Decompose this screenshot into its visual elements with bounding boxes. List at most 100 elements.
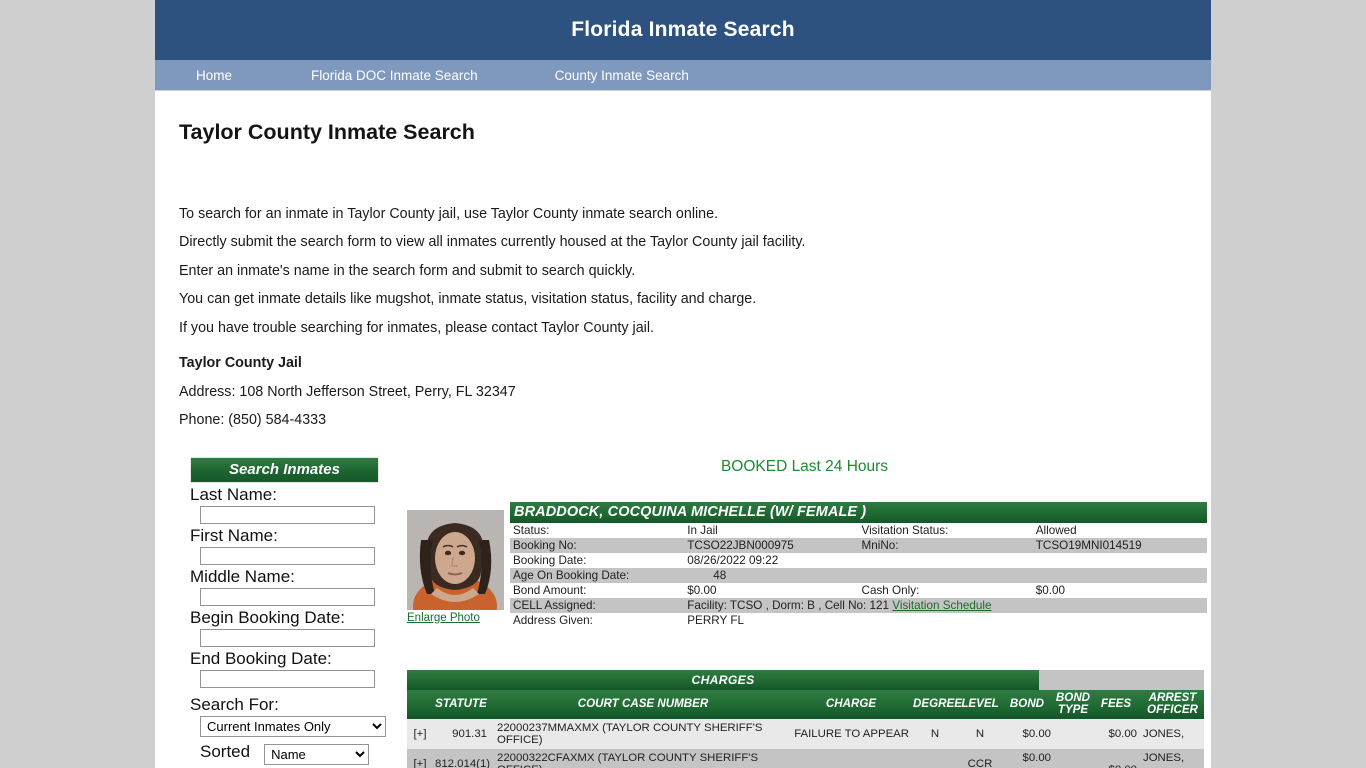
charges-section: CHARGES STATUTE COURT CASE NUMBER CHARGE… [407,669,1204,768]
charge-bond: $0.00 [1001,718,1053,749]
booking-date-value: 08/26/2022 09:22 [684,552,859,568]
empty-cell [858,612,1033,628]
page-title: Taylor County Inmate Search [179,120,475,144]
nav-item-home[interactable]: Home [196,68,232,83]
status-label: Status: [510,522,685,538]
jail-address: Address: 108 North Jefferson Street, Per… [179,383,516,400]
detail-row: Status: In Jail Visitation Status: Allow… [510,522,1207,538]
charges-col-bond-type: BOND TYPE [1053,689,1093,719]
empty-cell [858,552,1033,568]
detail-row: Booking Date: 08/26/2022 09:22 [510,552,1207,568]
main-navigation: Home Florida DOC Inmate Search County In… [155,60,1211,91]
charge-fees: $0.00 [1093,718,1139,749]
middle-name-input[interactable] [200,587,375,606]
charge-description: FAILURE TO APPEAR [791,718,911,749]
charge-level: N [959,718,1001,749]
inmate-name-header-row: BRADDOCK, COCQUINA MICHELLE (W/ FEMALE ) [510,501,1207,523]
intro-paragraph: Enter an inmate's name in the search for… [179,262,636,279]
bond-amount-label: Bond Amount: [510,582,685,598]
jail-phone: Phone: (850) 584-4333 [179,412,327,429]
intro-paragraph: Directly submit the search form to view … [179,234,806,251]
charges-col-court-case-number: COURT CASE NUMBER [491,689,791,719]
empty-cell [1032,567,1207,583]
nav-item-county-inmate-search[interactable]: County Inmate Search [555,68,689,83]
detail-row: Booking No: TCSO22JBN000975 MniNo: TCSO1… [510,537,1207,553]
charge-arrest-officer: JONES, [1139,718,1204,749]
booking-no-value: TCSO22JBN000975 [684,537,859,553]
mugshot-block: Enlarge Photo [407,509,504,624]
visitation-schedule-link[interactable]: Visitation Schedule [892,599,991,612]
charges-band: CHARGES [407,669,1204,690]
booked-banner: BOOKED Last 24 Hours [720,457,889,475]
first-name-label: First Name: [190,525,278,545]
charge-bond-type [1053,748,1093,768]
status-value: In Jail [684,522,859,538]
cash-only-label: Cash Only: [858,582,1033,598]
charges-header-row: STATUTE COURT CASE NUMBER CHARGE DEGREE … [407,689,1204,719]
results-area: BOOKED Last 24 Hours Enlarge Photo BRADD… [407,454,1207,768]
begin-booking-date-label: Begin Booking Date: [190,607,345,627]
cell-assigned-value: Facility: TCSO , Dorm: B , Cell No: 121 [687,598,890,612]
charges-col-statute: STATUTE [433,689,491,719]
search-for-select[interactable]: Current Inmates Only [200,715,386,737]
charge-bond: $0.00 [1001,748,1053,768]
end-booking-date-label: End Booking Date: [190,648,332,668]
charge-fees: $0.00 [1093,748,1139,768]
mugshot-image[interactable] [407,509,504,610]
charges-col-expand [407,689,433,719]
inmate-record: Enlarge Photo BRADDOCK, COCQUINA MICHELL… [407,501,1207,768]
charge-arrest-officer: JONES, [1139,748,1204,768]
middle-name-label: Middle Name: [190,566,295,586]
charge-court-case-number: 22000322CFAXMX (TAYLOR COUNTY SHERIFF'S … [491,748,791,768]
charge-row: [+] 812.014(1) 22000322CFAXMX (TAYLOR CO… [407,748,1204,768]
site-header: Florida Inmate Search [155,0,1211,60]
charges-table: STATUTE COURT CASE NUMBER CHARGE DEGREE … [407,689,1204,768]
empty-cell [1032,612,1207,628]
charges-col-degree: DEGREE [911,689,962,719]
detail-row: Address Given: PERRY FL [510,612,1207,628]
charges-col-fees: FEES [1093,689,1139,719]
booking-no-label: Booking No: [510,537,685,553]
mni-no-value: TCSO19MNI014519 [1032,537,1207,553]
inmate-name-header: BRADDOCK, COCQUINA MICHELLE (W/ FEMALE ) [510,501,1207,523]
age-on-booking-label: Age On Booking Date: [510,567,685,583]
begin-booking-date-input[interactable] [200,628,375,647]
charge-description [791,748,911,768]
intro-paragraph: To search for an inmate in Taylor County… [179,206,719,222]
bond-amount-value: $0.00 [684,582,859,598]
charges-col-level: LEVEL [959,689,1001,719]
detail-row: Bond Amount: $0.00 Cash Only: $0.00 [510,582,1207,598]
mni-no-label: MniNo: [858,537,1033,553]
empty-cell [858,567,1033,583]
search-inmates-form: Search Inmates Last Name: First Name: Mi… [190,456,386,765]
nav-item-florida-doc-inmate-search[interactable]: Florida DOC Inmate Search [311,68,478,83]
charge-court-case-number: 22000237MMAXMX (TAYLOR COUNTY SHERIFF'S … [491,718,791,749]
last-name-input[interactable] [200,505,375,524]
detail-row: CELL Assigned: Facility: TCSO , Dorm: B … [510,597,1207,613]
charge-statute: 812.014(1) [433,748,491,768]
charges-col-arrest-officer: ARREST OFFICER [1139,689,1204,719]
charge-degree: N [911,718,959,749]
search-for-label: Search For: [190,694,279,714]
first-name-input[interactable] [200,546,375,565]
charge-row: [+] 901.31 22000237MMAXMX (TAYLOR COUNTY… [407,718,1204,749]
sorted-select[interactable]: Name [264,743,370,765]
charge-bond-type [1053,718,1093,749]
search-panel-heading: Search Inmates [190,456,379,483]
end-booking-date-input[interactable] [200,669,375,688]
page-container: Florida Inmate Search Home Florida DOC I… [155,0,1211,768]
charge-expand-toggle[interactable]: [+] [407,718,433,749]
address-given-label: Address Given: [510,612,685,628]
jail-name: Taylor County Jail [179,355,302,372]
sorted-label: Sorted [200,741,251,761]
charge-statute: 901.31 [433,718,491,749]
sorted-row: Sorted Name [190,740,383,765]
age-on-booking-value: 48 [684,567,859,583]
last-name-label: Last Name: [190,484,277,504]
content-area: Taylor County Inmate Search To search fo… [155,120,1211,768]
address-given-value: PERRY FL [684,612,859,628]
charge-expand-toggle[interactable]: [+] [407,748,433,768]
enlarge-photo-link[interactable]: Enlarge Photo [407,612,504,624]
cell-assigned-value-cell: Facility: TCSO , Dorm: B , Cell No: 121 … [684,597,1207,613]
intro-paragraph: You can get inmate details like mugshot,… [179,291,757,308]
